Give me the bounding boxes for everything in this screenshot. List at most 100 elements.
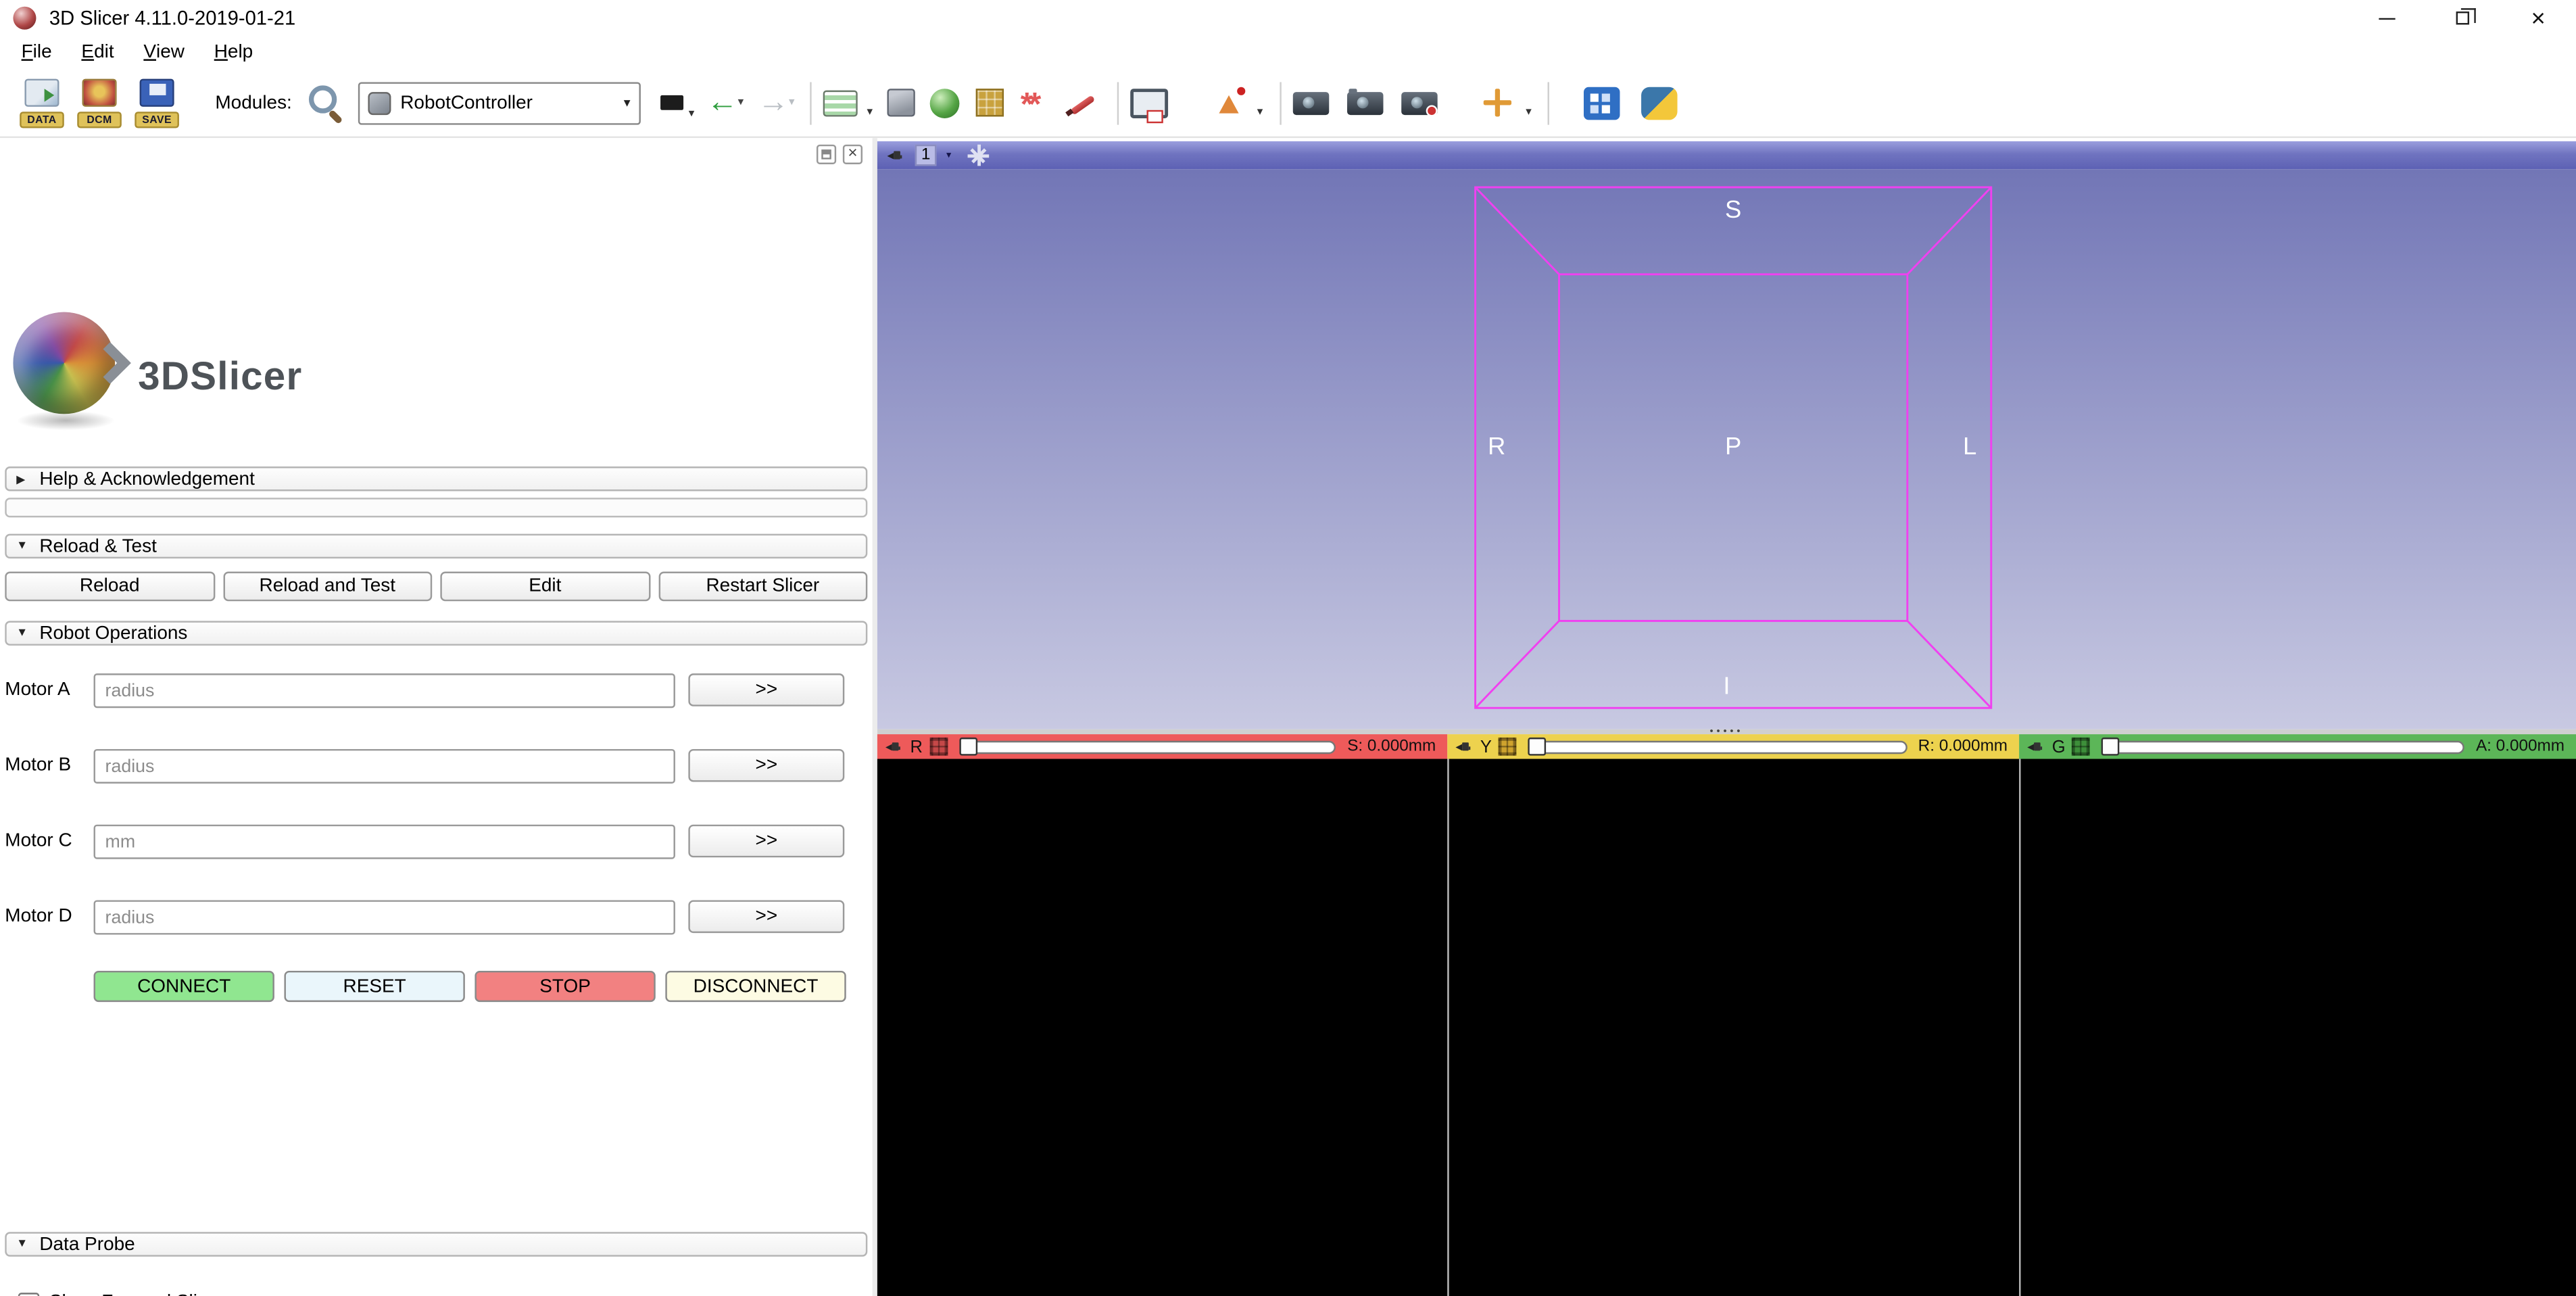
- window-title: 3D Slicer 4.11.0-2019-01-21: [49, 7, 295, 30]
- red-slice-offset: S: 0.000mm: [1347, 738, 1439, 756]
- view3d-dropdown-icon[interactable]: ▾: [946, 149, 951, 161]
- reset-button[interactable]: RESET: [284, 971, 464, 1002]
- view3d-tab-label[interactable]: 1: [915, 145, 937, 166]
- dicom-icon[interactable]: DCM: [77, 77, 122, 128]
- menu-view[interactable]: View: [128, 36, 199, 69]
- menubar: File Edit View Help: [0, 36, 2576, 69]
- green-slice-menu-icon[interactable]: [2072, 738, 2090, 756]
- motor-d-input[interactable]: [94, 900, 675, 934]
- restore-button[interactable]: [2425, 0, 2500, 36]
- module-selector-combobox[interactable]: RobotController ▾: [358, 81, 640, 124]
- scene-view-icon[interactable]: [1213, 85, 1248, 120]
- screen-capture-icon[interactable]: [1292, 91, 1328, 114]
- yellow-slider-handle[interactable]: [1528, 738, 1546, 756]
- motor-a-send-button[interactable]: >>: [688, 673, 844, 706]
- section-help-label: Help & Acknowledgement: [39, 469, 255, 489]
- video-capture-icon[interactable]: [1346, 91, 1382, 114]
- crosshair-icon[interactable]: [1482, 87, 1517, 118]
- scene-capture-icon[interactable]: [1401, 91, 1436, 114]
- slice-layout-icon[interactable]: [971, 78, 1007, 127]
- python-console-icon[interactable]: [1642, 87, 1678, 120]
- view-splitter-handle[interactable]: [877, 729, 2576, 734]
- slicer-application: 3D Slicer 4.11.0-2019-01-21 File Edit Vi…: [0, 0, 2576, 1296]
- combobox-arrow-icon[interactable]: ▾: [617, 95, 630, 110]
- restart-slicer-button[interactable]: Restart Slicer: [658, 572, 867, 602]
- disconnect-button[interactable]: DISCONNECT: [665, 971, 846, 1002]
- motor-b-send-button[interactable]: >>: [688, 749, 844, 782]
- motor-d-send-button[interactable]: >>: [688, 900, 844, 933]
- pin-icon[interactable]: [887, 146, 905, 164]
- main-toolbar: DATA DCM SAVE Modules: RobotController ▾…: [0, 69, 2576, 138]
- save-art: [140, 79, 174, 107]
- reload-button[interactable]: Reload: [5, 572, 214, 602]
- motor-c-label: Motor C: [5, 831, 72, 850]
- green-slice-label: G: [2052, 737, 2066, 757]
- back-arrow-icon[interactable]: ←▾: [701, 78, 744, 127]
- green-slice-viewport[interactable]: [2019, 759, 2576, 1296]
- edit-button[interactable]: Edit: [440, 572, 650, 602]
- motor-c-input[interactable]: [94, 825, 675, 859]
- viewport-separator: [2019, 759, 2020, 1296]
- motor-c-send-button[interactable]: >>: [688, 825, 844, 858]
- module-history-icon[interactable]: [656, 80, 692, 125]
- app-icon: [13, 7, 36, 30]
- yellow-slice-viewport[interactable]: [1447, 759, 2019, 1296]
- motor-d-row: Motor D >>: [5, 900, 862, 936]
- view3d-spin-icon[interactable]: [968, 145, 990, 166]
- section-robot-operations[interactable]: ▼ Robot Operations: [5, 621, 867, 645]
- motor-a-input[interactable]: [94, 673, 675, 708]
- layout-selector-icon[interactable]: [823, 78, 858, 127]
- layout-dropdown-icon[interactable]: ▾: [867, 104, 873, 117]
- modules-label: Modules:: [215, 93, 291, 112]
- view3d-spin-icon-inner: [963, 140, 994, 170]
- green-slice-slider[interactable]: [2101, 740, 2464, 753]
- red-slice-slider[interactable]: [958, 740, 1336, 753]
- yellow-slice-controller[interactable]: Y R: 0.000mm: [1447, 734, 2019, 759]
- volume-rendering-icon[interactable]: [927, 78, 963, 127]
- yellow-slice-menu-icon[interactable]: [1499, 738, 1517, 756]
- section-reload-test[interactable]: ▼ Reload & Test: [5, 534, 867, 558]
- section-data-probe[interactable]: ▼ Data Probe: [5, 1232, 867, 1256]
- 3d-cube-icon[interactable]: [883, 78, 919, 127]
- view3d-viewport[interactable]: S R P L I: [877, 169, 2576, 729]
- section-help-acknowledgement[interactable]: ▶ Help & Acknowledgement: [5, 466, 867, 491]
- reload-and-test-button[interactable]: Reload and Test: [222, 572, 432, 602]
- close-panel-icon[interactable]: [843, 145, 862, 164]
- red-slice-viewport[interactable]: [877, 759, 1447, 1296]
- stop-button[interactable]: STOP: [475, 971, 655, 1002]
- undock-panel-icon[interactable]: [817, 145, 836, 164]
- motor-b-input[interactable]: [94, 749, 675, 784]
- close-button[interactable]: [2500, 0, 2576, 36]
- yellow-slice-slider[interactable]: [1528, 740, 1906, 753]
- menu-edit[interactable]: Edit: [67, 36, 129, 69]
- fiducial-markers-icon[interactable]: [1016, 80, 1055, 125]
- markup-pen-icon[interactable]: [1063, 83, 1102, 122]
- screenshot-capture-icon[interactable]: [1131, 78, 1169, 127]
- green-slider-handle[interactable]: [2101, 738, 2120, 756]
- red-slice-controller[interactable]: R S: 0.000mm: [877, 734, 1447, 759]
- menu-file[interactable]: File: [7, 36, 67, 69]
- module-search-icon[interactable]: [301, 80, 343, 125]
- crosshair-dropdown-icon[interactable]: ▾: [1526, 104, 1532, 117]
- connect-button[interactable]: CONNECT: [94, 971, 274, 1002]
- red-slice-menu-icon[interactable]: [929, 738, 948, 756]
- pin-icon[interactable]: [1455, 738, 1474, 756]
- green-slice-controller[interactable]: G A: 0.000mm: [2019, 734, 2576, 759]
- pin-icon[interactable]: [2027, 738, 2045, 756]
- help-collapsed-content: [5, 498, 867, 517]
- axis-label-superior: S: [1725, 196, 1741, 224]
- save-icon[interactable]: SAVE: [135, 77, 179, 128]
- extensions-manager-icon[interactable]: [1584, 87, 1620, 120]
- load-data-icon[interactable]: DATA: [20, 77, 64, 128]
- screenshot-icon: [1131, 88, 1169, 118]
- forward-arrow-icon[interactable]: →▾: [752, 78, 794, 127]
- panel-splitter[interactable]: [873, 138, 877, 1296]
- scene-view-dropdown-icon[interactable]: ▾: [1257, 104, 1263, 117]
- pin-icon[interactable]: [885, 738, 904, 756]
- minimize-button[interactable]: [2350, 0, 2425, 36]
- menu-help[interactable]: Help: [199, 36, 268, 69]
- show-zoomed-slice-checkbox[interactable]: [18, 1293, 40, 1296]
- axis-label-inferior: I: [1723, 673, 1730, 700]
- view3d-controller-bar[interactable]: 1 ▾: [877, 141, 2576, 169]
- red-slider-handle[interactable]: [958, 738, 977, 756]
